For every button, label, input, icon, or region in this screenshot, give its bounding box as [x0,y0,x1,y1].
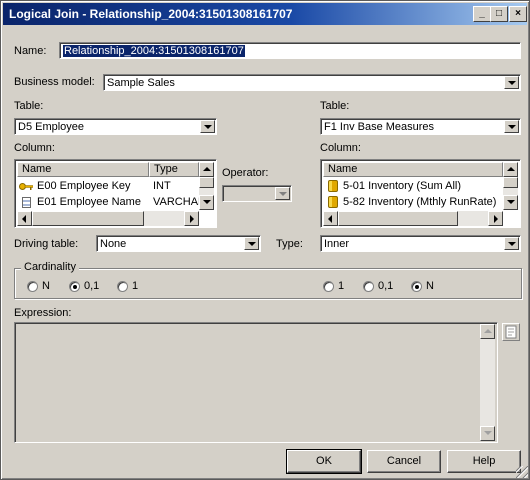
column-header-name[interactable]: Name [323,162,503,177]
column-icon [22,197,31,208]
chevron-down-icon[interactable] [200,120,215,133]
expression-builder-icon [505,325,517,339]
name-label: Name: [14,45,47,57]
left-column-label: Column: [14,142,55,154]
join-type-dropdown[interactable]: Inner [320,235,521,252]
list-item[interactable]: 5-01 Inventory (Sum All) [325,178,503,194]
scroll-down-icon[interactable] [503,195,518,210]
cardinality-right-1-radio[interactable] [323,281,334,292]
measure-icon [328,196,338,208]
column-name: 5-82 Inventory (Mthly RunRate) [343,196,497,208]
chevron-down-icon[interactable] [504,120,519,133]
column-header-name[interactable]: Name [17,162,149,177]
scroll-right-icon[interactable] [184,211,199,226]
scroll-thumb[interactable] [338,211,458,226]
operator-label: Operator: [222,167,269,179]
maximize-button[interactable]: □ [490,6,508,22]
expression-textarea[interactable] [14,322,498,443]
cardinality-left-0-1-radio[interactable] [69,281,80,292]
right-column-list[interactable]: Name 5-01 Inventory (Sum All) 5-82 Inven… [320,159,521,228]
scroll-thumb[interactable] [32,211,144,226]
scroll-up-icon[interactable] [199,162,214,177]
key-icon [19,183,33,190]
scroll-left-icon[interactable] [323,211,338,226]
scroll-left-icon[interactable] [17,211,32,226]
cancel-button[interactable]: Cancel [367,450,441,473]
chevron-down-icon[interactable] [504,237,519,250]
column-name: E00 Employee Key [37,180,131,192]
driving-table-label: Driving table: [14,238,79,250]
cardinality-left-n-radio[interactable] [27,281,38,292]
join-type-value: Inner [324,238,350,250]
left-column-list[interactable]: Name Type E00 Employee Key INT E01 Emplo… [14,159,217,228]
left-table-label: Table: [14,100,44,112]
scroll-down-icon[interactable] [199,195,214,210]
right-table-value: F1 Inv Base Measures [324,121,435,133]
operator-dropdown[interactable] [222,185,292,202]
scroll-thumb[interactable] [199,177,214,188]
chevron-down-icon[interactable] [244,237,259,250]
cardinality-label: Cardinality [21,261,79,273]
business-model-value: Sample Sales [107,77,175,89]
list-item[interactable]: E01 Employee Name VARCHAR [19,194,206,210]
right-list-vertical-scrollbar[interactable] [503,162,518,210]
business-model-label: Business model: [14,76,95,88]
radio-label: 1 [338,280,345,292]
column-header-type[interactable]: Type [149,162,199,177]
cardinality-right-n-radio[interactable] [411,281,422,292]
business-model-dropdown[interactable]: Sample Sales [103,74,521,91]
radio-label: N [42,280,50,292]
chevron-down-icon[interactable] [504,76,519,89]
right-column-label: Column: [320,142,361,154]
expression-label: Expression: [14,307,72,319]
radio-label: 0,1 [378,280,394,292]
driving-table-value: None [100,238,127,250]
logical-join-dialog: Logical Join - Relationship_2004:3150130… [0,0,530,480]
cardinality-right-0-1-radio[interactable] [363,281,374,292]
scroll-up-icon[interactable] [503,162,518,177]
list-item[interactable]: 5-82 Inventory (Mthly RunRate) [325,194,503,210]
column-name: E01 Employee Name [37,196,141,208]
name-input[interactable]: Relationship_2004:31501308161707 [59,42,521,59]
scroll-thumb[interactable] [503,177,518,188]
resize-grip-icon[interactable] [516,466,528,478]
radio-label: N [426,280,434,292]
help-button[interactable]: Help [447,450,521,473]
left-list-horizontal-scrollbar[interactable] [17,211,199,226]
expression-vertical-scrollbar[interactable] [480,324,495,441]
ok-button[interactable]: OK [286,449,362,474]
close-button[interactable]: × [509,6,527,22]
type-label: Type: [276,238,303,250]
chevron-down-icon[interactable] [275,187,290,200]
title-bar: Logical Join - Relationship_2004:3150130… [3,3,527,25]
cardinality-left-1-radio[interactable] [117,281,128,292]
left-list-vertical-scrollbar[interactable] [199,162,214,210]
expression-builder-button[interactable] [502,323,520,341]
right-table-label: Table: [320,100,350,112]
list-item[interactable]: E00 Employee Key INT [19,178,199,194]
name-value: Relationship_2004:31501308161707 [63,45,245,57]
scroll-right-icon[interactable] [488,211,503,226]
column-name: 5-01 Inventory (Sum All) [343,180,461,192]
left-table-dropdown[interactable]: D5 Employee [14,118,217,135]
scroll-down-icon[interactable] [480,426,495,441]
right-table-dropdown[interactable]: F1 Inv Base Measures [320,118,521,135]
radio-label: 0,1 [84,280,100,292]
scroll-up-icon[interactable] [480,324,495,339]
radio-label: 1 [132,280,139,292]
minimize-button[interactable]: _ [473,6,491,22]
driving-table-dropdown[interactable]: None [96,235,261,252]
measure-icon [328,180,338,192]
column-type: INT [153,180,171,192]
window-title: Logical Join - Relationship_2004:3150130… [9,7,293,21]
right-list-horizontal-scrollbar[interactable] [323,211,503,226]
left-table-value: D5 Employee [18,121,85,133]
